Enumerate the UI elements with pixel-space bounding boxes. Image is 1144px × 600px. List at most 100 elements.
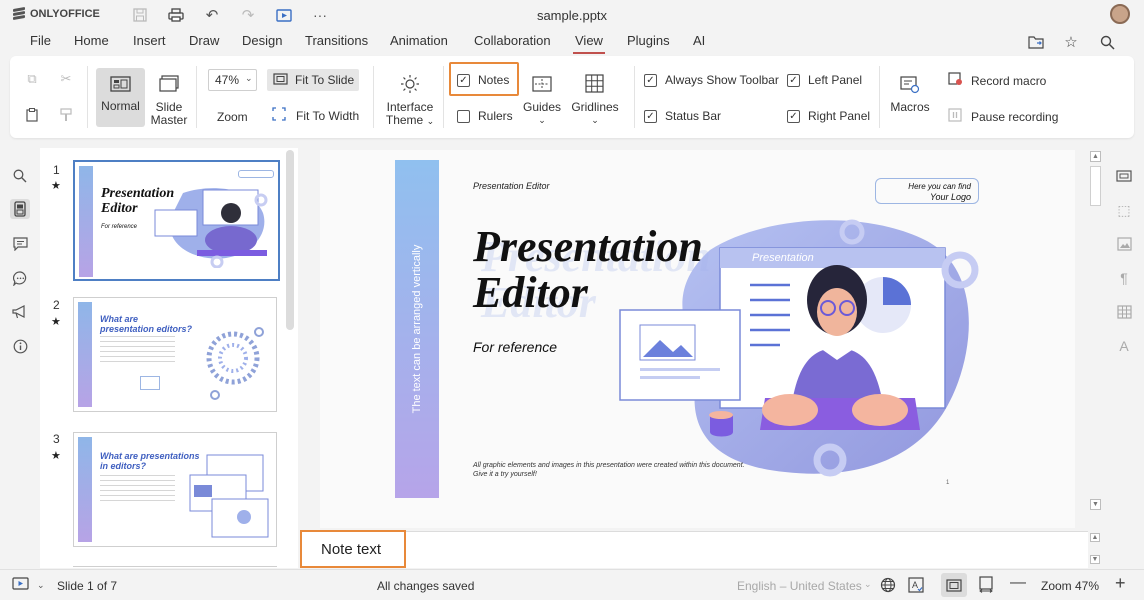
fit-to-width-label: Fit To Width xyxy=(296,108,360,123)
chevron-down-icon: ⌄ xyxy=(591,115,599,125)
thumbnails-scrollbar[interactable] xyxy=(286,150,294,330)
slide-master-button[interactable]: Slide Master xyxy=(149,68,189,127)
record-icon xyxy=(948,72,963,89)
slide-settings-icon[interactable] xyxy=(1114,166,1134,186)
text-art-settings-icon[interactable]: A xyxy=(1114,336,1134,356)
tab-insert[interactable]: Insert xyxy=(131,32,168,54)
slide-footer[interactable]: All graphic elements and images in this … xyxy=(473,461,745,479)
interface-theme-button[interactable]: Interface Theme ⌄ xyxy=(383,68,437,128)
separator xyxy=(634,66,635,128)
slide-thumbnail-1[interactable]: Presentation Editor For reference xyxy=(73,160,280,281)
chat-icon[interactable] xyxy=(10,268,30,288)
search-icon[interactable] xyxy=(1097,32,1117,52)
slide-subtitle[interactable]: For reference xyxy=(473,339,557,355)
thumbnail-subtitle: For reference xyxy=(101,224,138,230)
search-icon[interactable] xyxy=(10,166,30,186)
scroll-up-arrow-icon[interactable]: ▲ xyxy=(1090,151,1101,162)
tab-draw[interactable]: Draw xyxy=(187,32,221,54)
normal-view-label: Normal xyxy=(101,99,140,113)
tab-home[interactable]: Home xyxy=(72,32,111,54)
slide-canvas[interactable]: The text can be arranged vertically Pres… xyxy=(320,150,1075,528)
notes-text-area[interactable]: Note text xyxy=(300,530,406,568)
thumbnail-title-2: presentation editors? xyxy=(100,324,193,334)
chevron-down-icon: ⌄ xyxy=(245,73,253,83)
always-show-toolbar-checkbox[interactable]: ✓ Always Show Toolbar xyxy=(644,73,779,87)
thumbnail-stripe xyxy=(79,166,93,277)
table-settings-icon[interactable] xyxy=(1114,302,1134,322)
fit-to-width-button[interactable]: Fit To Width xyxy=(272,107,359,124)
globe-icon[interactable] xyxy=(880,577,896,596)
tab-view[interactable]: View xyxy=(573,32,605,54)
chevron-down-icon: ⌄ xyxy=(37,580,45,590)
copy-icon[interactable]: ⧉ xyxy=(24,71,40,87)
pause-recording-button[interactable]: Pause recording xyxy=(948,108,1058,125)
normal-view-button[interactable]: Normal xyxy=(96,68,145,127)
fit-to-slide-label: Fit To Slide xyxy=(295,73,355,87)
fit-to-slide-status-button[interactable] xyxy=(941,573,967,597)
macros-label: Macros xyxy=(890,100,930,114)
notes-label: Notes xyxy=(478,73,510,87)
favorite-star-icon[interactable]: ☆ xyxy=(1061,32,1081,52)
left-panel-checkbox[interactable]: ✓ Left Panel xyxy=(787,73,862,87)
slides-panel-icon[interactable] xyxy=(10,199,30,219)
pause-icon xyxy=(948,108,963,125)
notes-panel[interactable] xyxy=(300,531,1088,568)
status-bar-checkbox[interactable]: ✓ Status Bar xyxy=(644,109,721,123)
macros-button[interactable]: Macros xyxy=(886,68,934,128)
paragraph-settings-icon[interactable]: ¶ xyxy=(1114,268,1134,288)
shape-settings-icon[interactable]: ⬚ xyxy=(1114,200,1134,220)
guides-button[interactable]: Guides ⌄ xyxy=(522,68,562,128)
slideshow-button[interactable]: ⌄ xyxy=(12,577,45,594)
slide-scrollbar-thumb[interactable] xyxy=(1090,166,1101,206)
check-icon: ✓ xyxy=(644,109,657,123)
rulers-checkbox[interactable]: Rulers xyxy=(457,109,513,123)
spell-check-icon[interactable]: A xyxy=(908,577,924,596)
avatar[interactable] xyxy=(1110,4,1130,24)
notes-checkbox[interactable]: ✓ Notes xyxy=(457,73,509,87)
tab-ai[interactable]: AI xyxy=(691,32,707,54)
format-painter-icon[interactable] xyxy=(58,107,74,123)
tab-collaboration[interactable]: Collaboration xyxy=(472,32,553,54)
gridlines-button[interactable]: Gridlines ⌄ xyxy=(568,68,622,128)
announcement-icon[interactable] xyxy=(10,302,30,322)
slide-footer-line-1: All graphic elements and images in this … xyxy=(473,462,745,469)
slide-thumbnail-3[interactable]: What are presentations in editors? xyxy=(73,432,277,547)
fit-to-width-status-icon[interactable] xyxy=(978,576,994,596)
slide-footer-line-2: Give it a try yourself! xyxy=(473,471,537,478)
slide-thumbnail-2[interactable]: What are presentation editors? xyxy=(73,297,277,412)
slide-page-number: 1 xyxy=(946,480,950,486)
normal-view-icon xyxy=(110,76,131,95)
tab-animation[interactable]: Animation xyxy=(388,32,450,54)
open-file-location-icon[interactable] xyxy=(1026,32,1046,52)
vertical-text-box[interactable]: The text can be arranged vertically xyxy=(395,160,439,498)
logo-placeholder[interactable]: Here you can find Your Logo xyxy=(875,178,979,204)
cut-icon[interactable]: ✂ xyxy=(58,71,74,87)
thumbnail-number: 3 xyxy=(53,432,60,446)
check-icon: ✓ xyxy=(787,109,800,123)
zoom-in-icon[interactable]: + xyxy=(1115,573,1126,594)
slide-master-icon xyxy=(159,75,179,95)
language-select[interactable]: English – United States xyxy=(737,579,862,593)
thumbnail-logo-box xyxy=(238,170,274,178)
slide-counter[interactable]: Slide 1 of 7 xyxy=(57,579,117,593)
tab-transitions[interactable]: Transitions xyxy=(303,32,370,54)
image-settings-icon[interactable] xyxy=(1114,234,1134,254)
zoom-select[interactable]: 47% ⌄ xyxy=(208,69,257,91)
zoom-out-icon[interactable]: — xyxy=(1010,574,1026,592)
tab-design[interactable]: Design xyxy=(240,32,284,54)
status-bar: ⌄ Slide 1 of 7 All changes saved English… xyxy=(0,569,1144,600)
tab-plugins[interactable]: Plugins xyxy=(625,32,672,54)
rulers-label: Rulers xyxy=(478,109,513,123)
paste-icon[interactable] xyxy=(24,107,40,123)
notes-scroll-up-arrow-icon[interactable]: ▲ xyxy=(1090,533,1100,542)
chevron-down-icon: ⌄ xyxy=(426,116,435,126)
tab-file[interactable]: File xyxy=(28,32,53,54)
info-icon[interactable] xyxy=(10,336,30,356)
record-macro-button[interactable]: Record macro xyxy=(948,72,1046,89)
slide-master-label-2: Master xyxy=(150,113,188,127)
right-panel-checkbox[interactable]: ✓ Right Panel xyxy=(787,109,870,123)
comments-icon[interactable] xyxy=(10,234,30,254)
notes-scroll-down-arrow-icon[interactable]: ▼ xyxy=(1090,555,1100,564)
scroll-down-arrow-icon[interactable]: ▼ xyxy=(1090,499,1101,510)
fit-to-slide-button[interactable]: Fit To Slide xyxy=(267,69,359,91)
